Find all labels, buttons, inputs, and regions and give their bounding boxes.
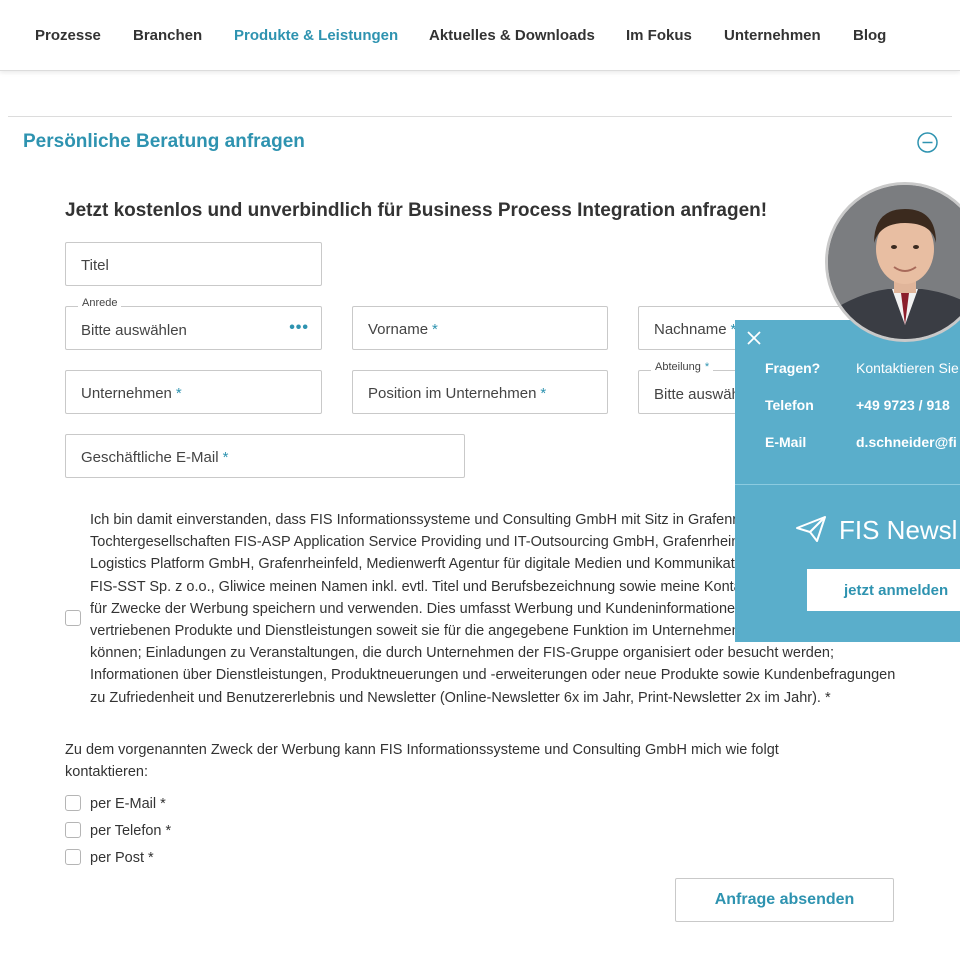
email-placeholder-text: Geschäftliche E-Mail: [81, 449, 219, 466]
nachname-placeholder-text: Nachname: [654, 321, 727, 338]
close-icon[interactable]: [745, 329, 763, 347]
contact-post-label[interactable]: per Post *: [90, 850, 154, 866]
anrede-value: Bitte auswählen: [81, 322, 187, 339]
contact-phone-label[interactable]: per Telefon *: [90, 823, 171, 839]
unternehmen-input[interactable]: Unternehmen *: [65, 370, 322, 414]
required-mark: *: [175, 385, 182, 402]
minus-circle-icon[interactable]: [917, 132, 938, 153]
newsletter-signup-button[interactable]: jetzt anmelden: [807, 569, 960, 611]
vorname-input[interactable]: Vorname *: [352, 306, 608, 350]
widget-value-email[interactable]: d.schneider@fi: [856, 434, 957, 450]
contact-widget: Fragen? Kontaktieren Sie Telefon +49 972…: [735, 320, 960, 642]
widget-label-telefon: Telefon: [765, 397, 814, 413]
position-placeholder: Position im Unternehmen *: [368, 385, 546, 402]
avatar-portrait-image: [828, 185, 960, 339]
required-mark: *: [222, 449, 229, 466]
widget-label-fragen: Fragen?: [765, 360, 821, 376]
vorname-placeholder: Vorname *: [368, 321, 438, 338]
titel-input[interactable]: Titel: [65, 242, 322, 286]
widget-label-email: E-Mail: [765, 434, 807, 450]
widget-divider: [735, 484, 960, 485]
email-placeholder: Geschäftliche E-Mail *: [81, 449, 228, 466]
consent-checkbox[interactable]: [65, 610, 81, 626]
nachname-placeholder: Nachname *: [654, 321, 736, 338]
newsletter-title: FIS Newsl: [839, 515, 958, 545]
section-divider: [8, 116, 952, 117]
nav-item-unternehmen[interactable]: Unternehmen: [724, 27, 821, 44]
contact-post-checkbox[interactable]: [65, 849, 81, 865]
submit-request-button[interactable]: Anfrage absenden: [675, 878, 894, 922]
unternehmen-placeholder-text: Unternehmen: [81, 385, 172, 402]
paper-plane-icon: [796, 516, 826, 542]
anrede-label: Anrede: [78, 297, 122, 309]
form-heading: Jetzt kostenlos und unverbindlich für Bu…: [65, 200, 768, 221]
more-dots-icon[interactable]: •••: [289, 319, 309, 337]
required-mark: *: [432, 321, 438, 338]
abteilung-label: Abteilung *: [651, 361, 714, 373]
widget-value-telefon[interactable]: +49 9723 / 918: [856, 397, 950, 413]
position-input[interactable]: Position im Unternehmen *: [352, 370, 608, 414]
nav-item-prozesse[interactable]: Prozesse: [35, 27, 101, 44]
contact-email-checkbox[interactable]: [65, 795, 81, 811]
nav-item-branchen[interactable]: Branchen: [133, 27, 202, 44]
email-input[interactable]: Geschäftliche E-Mail *: [65, 434, 465, 478]
contact-intro-text: Zu dem vorgenannten Zweck der Werbung ka…: [65, 742, 779, 781]
unternehmen-placeholder: Unternehmen *: [81, 385, 182, 402]
top-navigation: Prozesse Branchen Produkte & Leistungen …: [0, 0, 960, 71]
anrede-select[interactable]: Anrede Bitte auswählen •••: [65, 297, 322, 350]
contact-phone-checkbox[interactable]: [65, 822, 81, 838]
nav-item-im-fokus[interactable]: Im Fokus: [626, 27, 692, 44]
nav-item-aktuelles-downloads[interactable]: Aktuelles & Downloads: [429, 27, 595, 44]
required-mark: *: [704, 361, 710, 373]
section-title[interactable]: Persönliche Beratung anfragen: [23, 131, 305, 153]
vorname-placeholder-text: Vorname: [368, 321, 429, 338]
contact-email-label[interactable]: per E-Mail *: [90, 796, 166, 812]
nav-item-produkte-leistungen[interactable]: Produkte & Leistungen: [234, 27, 398, 44]
position-placeholder-text: Position im Unternehmen: [368, 385, 537, 402]
nav-item-blog[interactable]: Blog: [853, 27, 886, 44]
widget-value-fragen: Kontaktieren Sie: [856, 360, 959, 376]
abteilung-label-text: Abteilung: [655, 361, 701, 373]
required-mark: *: [540, 385, 547, 402]
titel-placeholder: Titel: [81, 257, 109, 274]
